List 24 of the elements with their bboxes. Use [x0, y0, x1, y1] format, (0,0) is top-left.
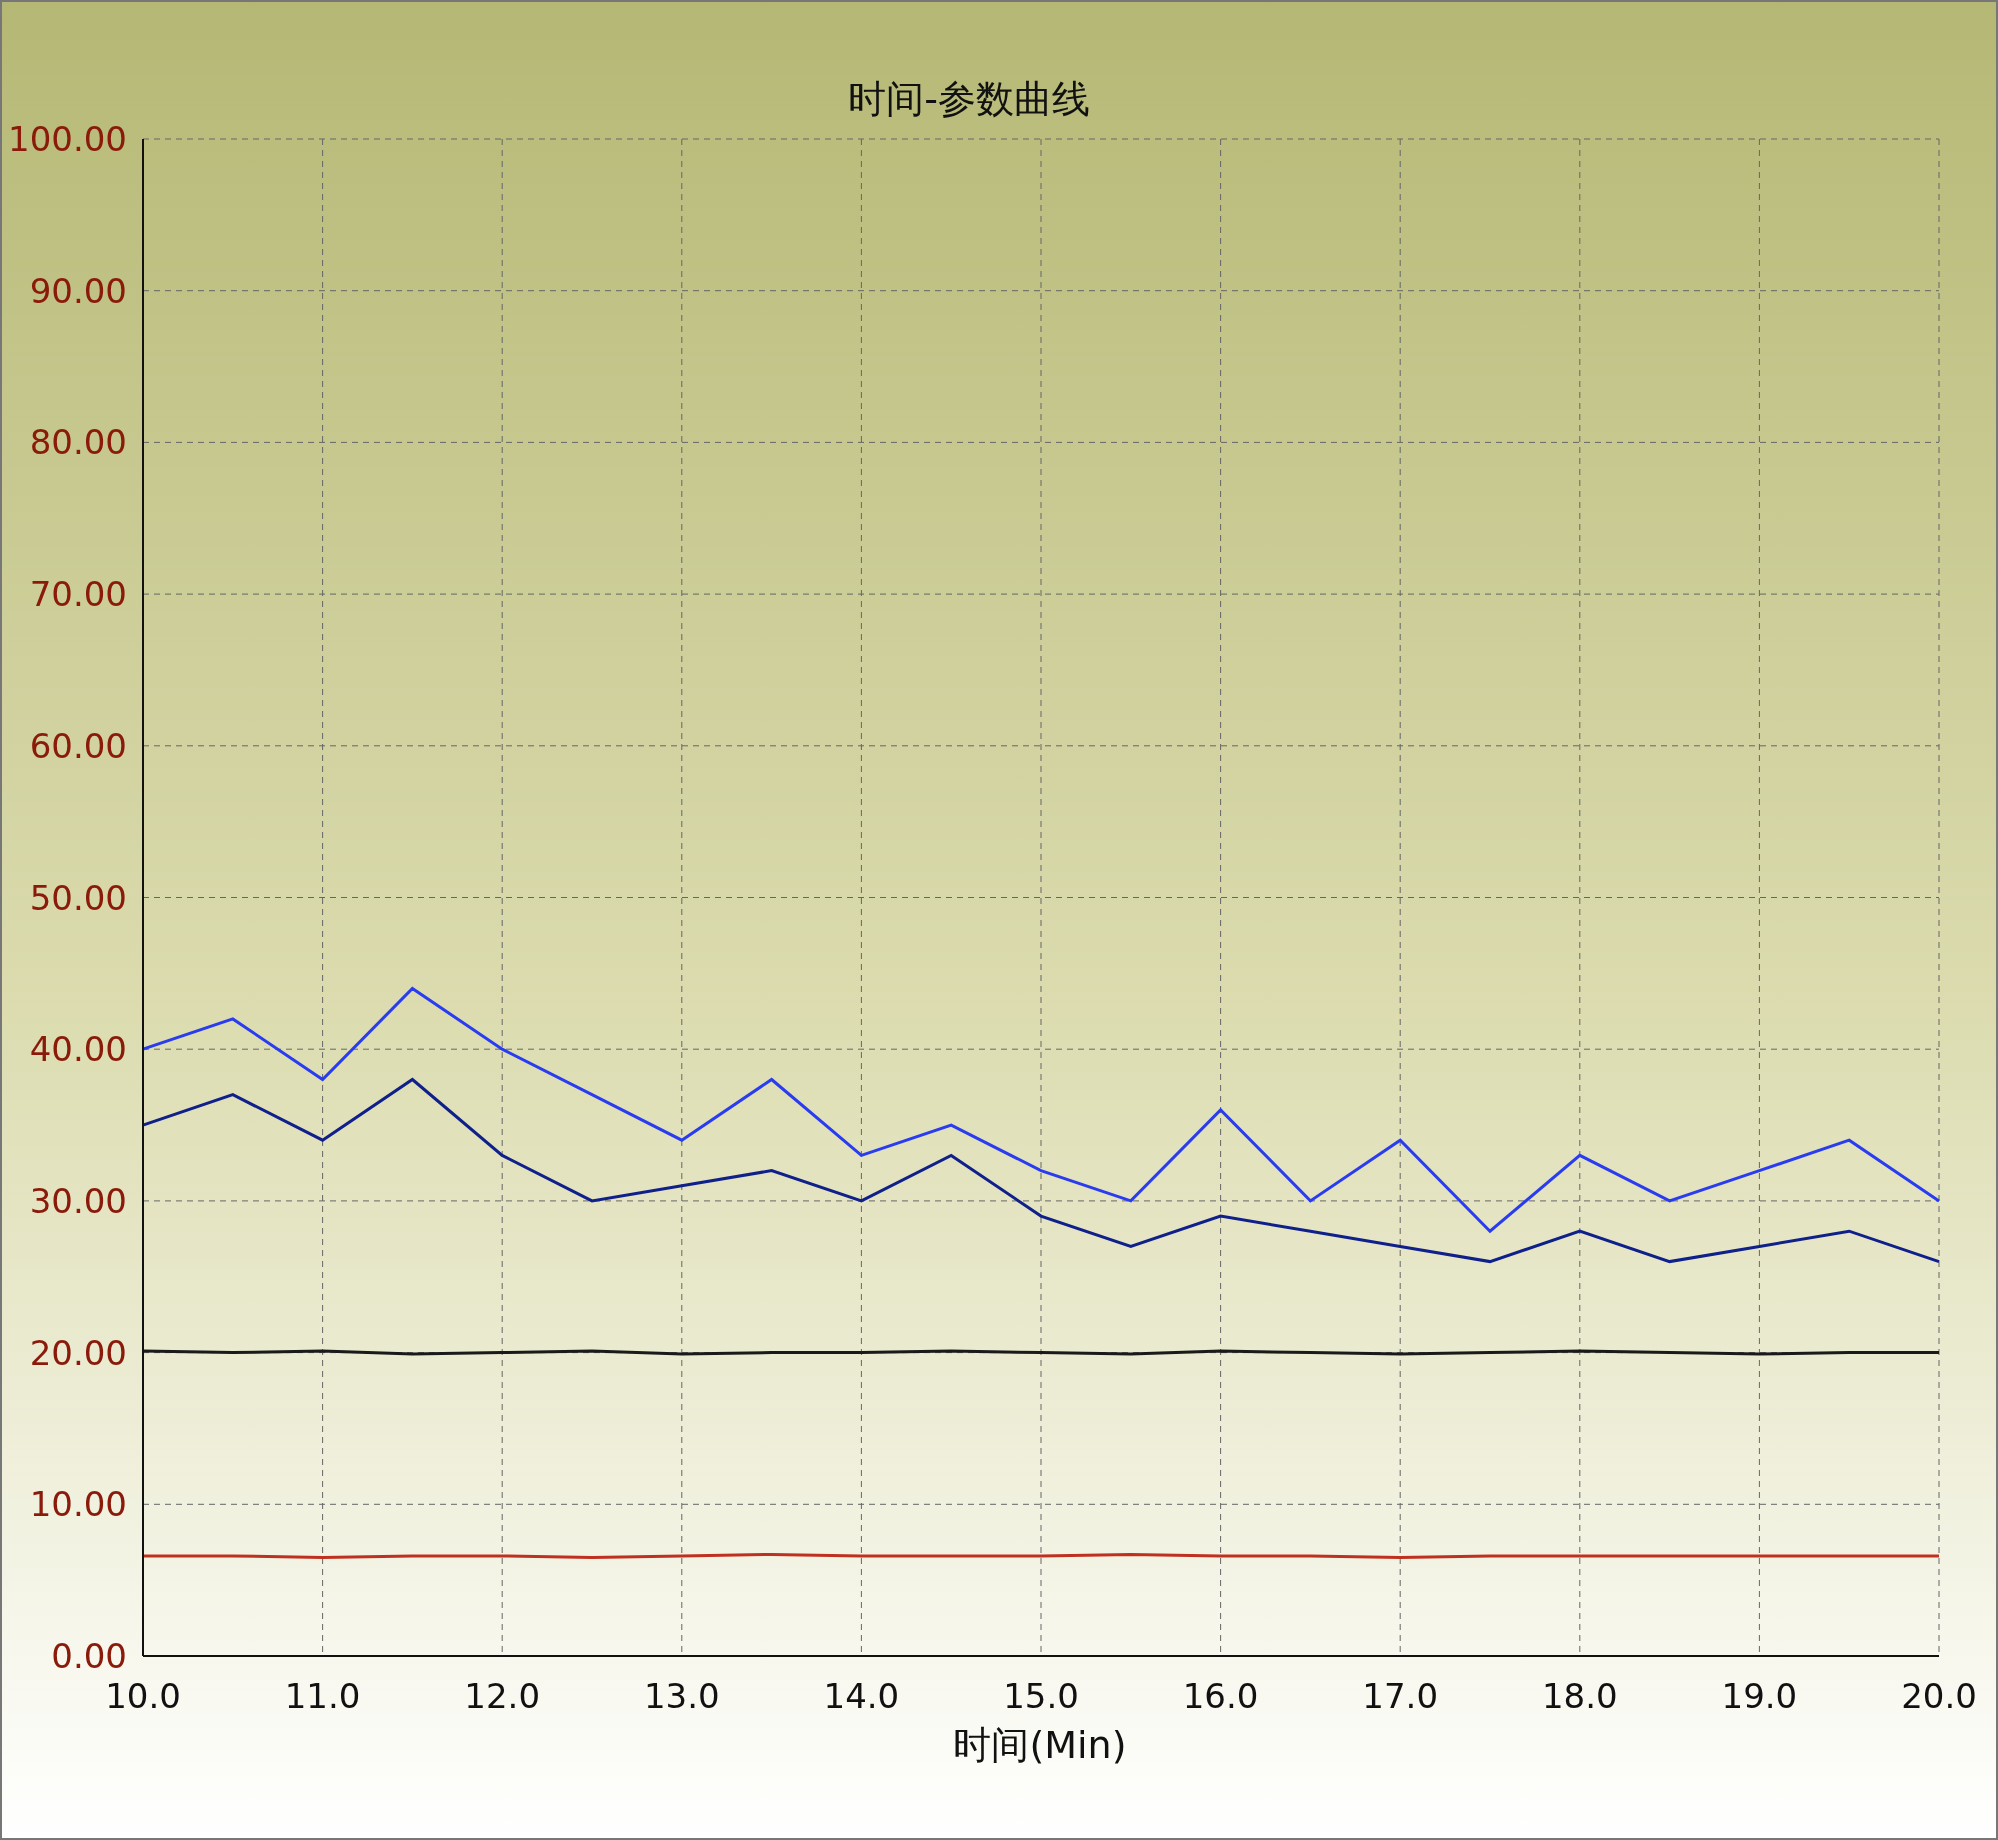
y-tick-label: 50.00: [29, 877, 127, 918]
x-tick-label: 15.0: [1003, 1676, 1079, 1716]
y-tick-label: 80.00: [29, 422, 127, 463]
x-tick-label: 10.0: [105, 1676, 181, 1716]
y-tick-label: 0.00: [51, 1636, 127, 1676]
y-tick-label: 10.00: [29, 1484, 127, 1525]
chart-title: 时间-参数曲线: [848, 77, 1090, 121]
x-tick-label: 12.0: [464, 1676, 541, 1716]
y-tick-label: 20.00: [29, 1332, 127, 1373]
x-tick-label: 19.0: [1721, 1676, 1798, 1716]
y-tick-label: 70.00: [29, 574, 127, 615]
x-tick-label: 17.0: [1362, 1676, 1439, 1716]
y-tick-label: 30.00: [29, 1180, 127, 1221]
x-tick-label: 13.0: [643, 1676, 720, 1716]
x-tick-label: 18.0: [1541, 1676, 1618, 1716]
x-tick-label: 16.0: [1182, 1676, 1259, 1716]
y-tick-label: 100.00: [8, 119, 127, 159]
x-tick-label: 20.0: [1901, 1676, 1977, 1716]
x-tick-label: 14.0: [823, 1676, 900, 1716]
x-axis-label: 时间(Min): [953, 1723, 1127, 1767]
y-tick-label: 40.00: [29, 1029, 127, 1070]
y-tick-label: 90.00: [29, 270, 127, 311]
y-tick-label: 60.00: [29, 725, 127, 766]
x-tick-label: 11.0: [284, 1676, 361, 1716]
